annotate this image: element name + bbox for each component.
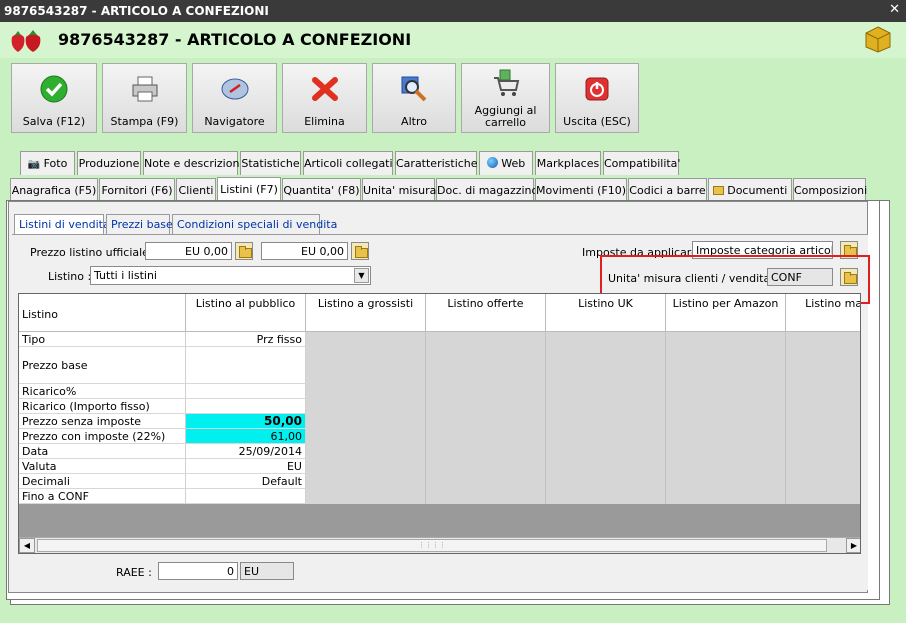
- navigator-label: Navigatore: [204, 115, 265, 128]
- grid-col-header[interactable]: Listino UK: [546, 294, 666, 332]
- form-title: 9876543287 - ARTICOLO A CONFEZIONI: [58, 30, 412, 49]
- magnifier-icon: [401, 76, 427, 102]
- window-title: 9876543287 - ARTICOLO A CONFEZIONI: [4, 4, 269, 18]
- subtab-listini-vendita[interactable]: Listini di vendita: [14, 214, 110, 236]
- grid-row-label: Prezzo con imposte (22%): [19, 429, 186, 444]
- grid-cell[interactable]: [186, 347, 306, 384]
- tab-clienti[interactable]: Clienti: [176, 178, 216, 202]
- add-cart-label-line2: carrello: [484, 116, 526, 129]
- chevron-down-icon[interactable]: ▼: [354, 268, 369, 283]
- tab-documenti[interactable]: Documenti: [708, 178, 792, 202]
- exit-label: Uscita (ESC): [563, 115, 631, 128]
- raee-label: RAEE :: [116, 566, 152, 579]
- prezzo-listino-input-1[interactable]: EU 0,00: [145, 242, 232, 260]
- grid-row-label: Tipo: [19, 332, 186, 347]
- tab-unita-misura[interactable]: Unita' misura: [362, 178, 436, 202]
- grid-cell[interactable]: [186, 399, 306, 414]
- grid-cell[interactable]: 50,00: [186, 414, 306, 429]
- folder-icon: [712, 186, 724, 195]
- scroll-left-icon[interactable]: ◀: [19, 538, 35, 553]
- power-icon: [585, 77, 609, 101]
- other-label: Altro: [401, 115, 427, 128]
- grid-row-label: Ricarico%: [19, 384, 186, 399]
- tab-doc-magazzino[interactable]: Doc. di magazzino: [436, 178, 538, 202]
- tab-statistiche[interactable]: Statistiche: [240, 151, 301, 175]
- save-button[interactable]: Salva (F12): [11, 63, 97, 133]
- tab-foto[interactable]: 📷 Foto: [20, 151, 75, 175]
- grid-cell[interactable]: 61,00: [186, 429, 306, 444]
- printer-icon: [132, 76, 157, 102]
- scroll-right-icon[interactable]: ▶: [846, 538, 860, 553]
- checkmark-icon: [40, 75, 68, 103]
- globe-icon: [486, 157, 498, 168]
- tab-caratteristiche[interactable]: Caratteristiche: [395, 151, 478, 175]
- folder-icon[interactable]: [235, 242, 253, 260]
- tab-markplaces[interactable]: Markplaces: [535, 151, 601, 175]
- grid-cell[interactable]: Prz fisso: [186, 332, 306, 347]
- grid-row-label: Data: [19, 444, 186, 459]
- cubes-icon: [865, 26, 891, 53]
- folder-icon[interactable]: [351, 242, 369, 260]
- prezzo-listino-input-2[interactable]: EU 0,00: [261, 242, 348, 260]
- tab-movimenti[interactable]: Movimenti (F10): [535, 178, 627, 202]
- subtab-prezzi-base[interactable]: Prezzi base: [106, 214, 173, 234]
- tab-articoli-collegati[interactable]: Articoli collegati: [303, 151, 393, 175]
- other-button[interactable]: Altro: [372, 63, 456, 133]
- grid-col-header[interactable]: Listino a grossisti: [306, 294, 426, 332]
- exit-button[interactable]: Uscita (ESC): [555, 63, 639, 133]
- grid-row-header: Listino: [19, 294, 186, 332]
- grid-row-label: Decimali: [19, 474, 186, 489]
- tab-anagrafica[interactable]: Anagrafica (F5): [10, 178, 98, 202]
- grid-row-label: Prezzo senza imposte: [19, 414, 186, 429]
- compass-icon: [221, 78, 248, 100]
- listini-grid[interactable]: Listino Listino al pubblico Listino a gr…: [18, 293, 861, 554]
- print-button[interactable]: Stampa (F9): [102, 63, 187, 133]
- window-titlebar: 9876543287 - ARTICOLO A CONFEZIONI ✕: [0, 0, 906, 22]
- tab-note[interactable]: Note e descrizioni: [143, 151, 243, 175]
- grid-cell[interactable]: 25/09/2014: [186, 444, 306, 459]
- raee-currency: EU: [240, 562, 294, 580]
- horizontal-scrollbar[interactable]: ◀ ⋮⋮⋮⋮ ▶: [19, 537, 860, 553]
- listino-select[interactable]: Tutti i listini ▼: [90, 266, 371, 285]
- tab-fornitori[interactable]: Fornitori (F6): [99, 178, 175, 202]
- tab-produzione[interactable]: Produzione: [77, 151, 141, 175]
- grid-row-label: Prezzo base: [19, 347, 186, 384]
- grid-cell[interactable]: [186, 489, 306, 504]
- scroll-thumb[interactable]: ⋮⋮⋮⋮: [37, 539, 827, 552]
- strawberry-icon: [11, 30, 41, 52]
- grid-row-label: Fino a CONF: [19, 489, 186, 504]
- grid-empty-cells: [306, 332, 860, 504]
- cart-icon: [493, 69, 519, 96]
- grid-row-label: Valuta: [19, 459, 186, 474]
- grid-row-label: Ricarico (Importo fisso): [19, 399, 186, 414]
- subtab-condizioni-speciali[interactable]: Condizioni speciali di vendita: [172, 214, 337, 234]
- tab-quantita[interactable]: Quantita' (F8): [282, 178, 361, 202]
- prezzo-listino-label: Prezzo listino ufficiale :: [30, 246, 157, 259]
- navigator-button[interactable]: Navigatore: [192, 63, 277, 133]
- raee-input[interactable]: 0: [158, 562, 238, 580]
- tab-web[interactable]: Web: [479, 151, 533, 175]
- listino-label: Listino :: [48, 270, 92, 283]
- camera-icon: 📷: [27, 159, 41, 170]
- save-label: Salva (F12): [22, 115, 86, 128]
- red-x-icon: [311, 77, 338, 101]
- grid-cell[interactable]: Default: [186, 474, 306, 489]
- add-to-cart-button[interactable]: Aggiungi al carrello: [461, 63, 550, 133]
- grid-cell[interactable]: [186, 384, 306, 399]
- listino-select-value: Tutti i listini: [94, 269, 157, 282]
- grid-col-header[interactable]: Listino per Amazon: [666, 294, 786, 332]
- tab-codici-barre[interactable]: Codici a barre: [628, 178, 707, 202]
- print-label: Stampa (F9): [110, 115, 179, 128]
- grid-cell[interactable]: EU: [186, 459, 306, 474]
- close-icon[interactable]: ✕: [889, 2, 900, 17]
- grid-col-header[interactable]: Listino offerte: [426, 294, 546, 332]
- delete-label: Elimina: [304, 115, 345, 128]
- delete-button[interactable]: Elimina: [282, 63, 367, 133]
- tab-composizioni[interactable]: Composizioni: [793, 178, 867, 202]
- tab-compatibilita[interactable]: Compatibilita': [603, 151, 680, 175]
- form-header: 9876543287 - ARTICOLO A CONFEZIONI: [0, 22, 906, 58]
- grid-col-header[interactable]: Listino al pubblico: [186, 294, 306, 332]
- grid-col-header[interactable]: Listino maggio: [786, 294, 860, 332]
